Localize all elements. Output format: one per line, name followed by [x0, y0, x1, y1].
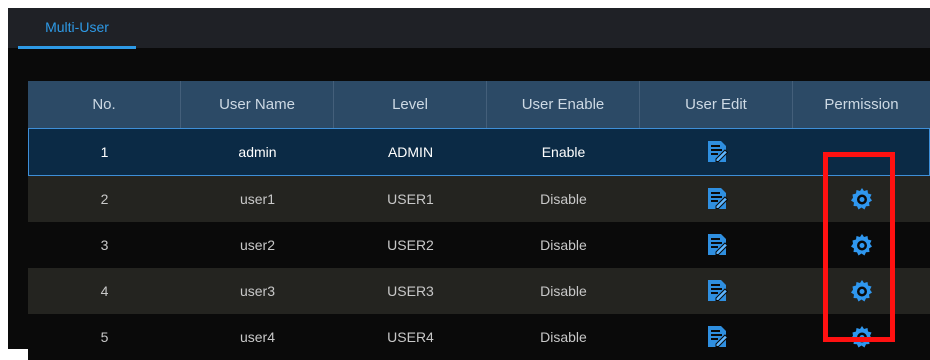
edit-icon[interactable]	[706, 325, 728, 349]
cell-user-edit	[640, 222, 793, 268]
table-header: No. User Name Level User Enable User Edi…	[28, 81, 930, 128]
cell-level: USER1	[387, 191, 434, 207]
cell-no: 2	[100, 191, 109, 207]
header-permission: Permission	[824, 96, 899, 113]
cell-level: ADMIN	[387, 144, 434, 160]
tab-multi-user[interactable]: Multi-User	[18, 8, 136, 49]
cell-user-edit	[640, 176, 793, 222]
cell-no: 4	[100, 283, 109, 299]
table-row[interactable]: 2 user1 USER1 Disable	[28, 176, 930, 222]
edit-icon[interactable]	[706, 187, 728, 211]
table-row[interactable]: 1 admin ADMIN Enable	[28, 128, 930, 176]
edit-icon[interactable]	[706, 233, 728, 257]
header-level: Level	[334, 81, 487, 128]
cell-user-enable: Disable	[540, 191, 587, 207]
table-row[interactable]: 3 user2 USER2 Disable	[28, 222, 930, 268]
table-row[interactable]: 4 user3 USER3 Disable	[28, 268, 930, 314]
gear-icon[interactable]	[850, 187, 874, 211]
header-user-edit: User Edit	[640, 81, 793, 128]
cell-user-enable: Disable	[540, 283, 587, 299]
gear-icon[interactable]	[850, 233, 874, 257]
cell-level: USER3	[387, 283, 434, 299]
cell-no: 5	[100, 329, 109, 345]
header-no: No.	[28, 81, 181, 128]
cell-permission	[793, 176, 930, 222]
cell-level: USER4	[387, 329, 434, 345]
cell-user-enable: Disable	[540, 329, 587, 345]
edit-icon[interactable]	[706, 140, 728, 164]
cell-permission	[793, 314, 930, 360]
cell-no: 3	[100, 237, 109, 253]
cell-user-enable: Disable	[540, 237, 587, 253]
cell-user-name: admin	[238, 144, 277, 160]
gear-icon[interactable]	[850, 325, 874, 349]
cell-user-name: user2	[239, 237, 276, 253]
header-user-enable: User Enable	[487, 81, 640, 128]
header-user-name: User Name	[181, 81, 334, 128]
cell-permission	[793, 222, 930, 268]
table-row[interactable]: 5 user4 USER4 Disable	[28, 314, 930, 360]
user-table: No. User Name Level User Enable User Edi…	[28, 81, 930, 360]
edit-icon[interactable]	[706, 279, 728, 303]
cell-user-edit	[640, 314, 793, 360]
cell-user-name: user1	[239, 191, 276, 207]
cell-no: 1	[100, 144, 109, 160]
tab-bar: Multi-User	[8, 8, 930, 49]
gear-icon[interactable]	[850, 279, 874, 303]
cell-user-edit	[640, 268, 793, 314]
table-body: 1 admin ADMIN Enable 2 user1 USER1 Disable 3 user…	[28, 128, 930, 360]
cell-permission	[793, 128, 930, 176]
cell-user-edit	[640, 128, 793, 176]
cell-user-enable: Enable	[541, 144, 586, 160]
cell-level: USER2	[387, 237, 434, 253]
cell-user-name: user3	[239, 283, 276, 299]
cell-user-name: user4	[239, 329, 276, 345]
cell-permission	[793, 268, 930, 314]
